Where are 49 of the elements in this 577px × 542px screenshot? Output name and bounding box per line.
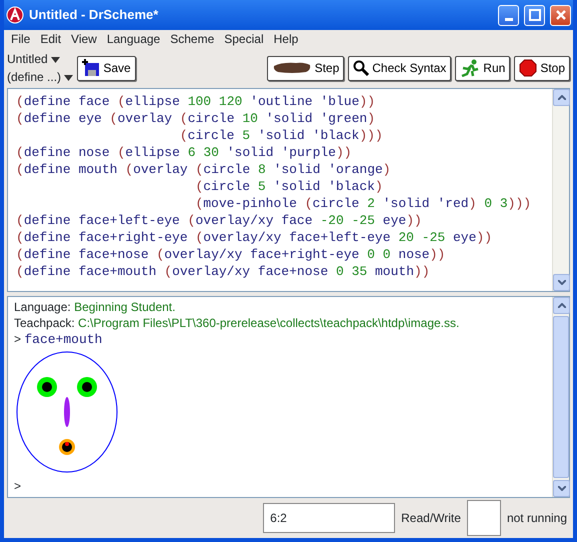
code-line: (define face+mouth (overlay/xy face+nose 0 35 mouth)) xyxy=(16,263,431,280)
menu-item[interactable]: Language xyxy=(102,30,166,48)
floppy-disk-icon xyxy=(82,59,100,77)
menu-item[interactable]: Help xyxy=(268,30,304,48)
close-icon xyxy=(554,9,566,21)
caret-icon xyxy=(64,74,74,81)
code-line: (define mouth (overlay (circle 8 'solid 'orange) xyxy=(16,161,392,178)
prompt-line: > face+mouth xyxy=(14,331,104,348)
step-button[interactable]: Step xyxy=(266,56,344,80)
dropdown-menu-button[interactable]: Untitled xyxy=(7,50,74,68)
menu-item[interactable]: Scheme xyxy=(165,30,220,48)
foot-icon xyxy=(272,60,312,76)
close-button[interactable] xyxy=(550,4,571,26)
scrollbar-thumb[interactable] xyxy=(553,316,569,478)
position-field: 6:2 xyxy=(263,503,396,533)
maximize-icon xyxy=(528,9,540,21)
menu-item[interactable]: Edit xyxy=(35,30,66,48)
code-line: (circle 5 'solid 'black) xyxy=(194,178,384,195)
caret-icon xyxy=(51,56,60,63)
code-line: (move-pinhole (circle 2 'solid 'red) 0 3))) xyxy=(194,195,532,212)
status-box xyxy=(466,500,501,536)
code-line: (define face+left-eye (overlay/xy face -20 -25 eye)) xyxy=(16,212,423,229)
menu-item[interactable]: File xyxy=(6,30,36,48)
save-button[interactable]: Save xyxy=(77,56,136,80)
code-line: (define face+nose (overlay/xy face+right-eye 0 0 nose)) xyxy=(16,246,446,263)
search-icon xyxy=(353,60,370,76)
mode-label: Read/Write xyxy=(401,510,461,527)
dropdown-menu-button[interactable]: (define ...) xyxy=(7,68,74,86)
maximize-button[interactable] xyxy=(524,4,545,26)
code-line: (define nose (ellipse 6 30 'solid 'purple)) xyxy=(16,144,353,161)
app-logo-icon xyxy=(6,6,24,24)
code-line: (define face (ellipse 100 120 'outline 'blue)) xyxy=(16,93,376,110)
menu-item[interactable]: View xyxy=(66,30,102,48)
prompt: > xyxy=(14,478,22,494)
check-syntax-button[interactable]: Check Syntax xyxy=(348,56,452,80)
code-line: (define eye (overlay (circle 10 'solid 'green) xyxy=(16,110,376,127)
status-label: not running xyxy=(506,510,567,527)
code-line: (define face+right-eye (overlay/xy face+left-eye 20 -25 eye)) xyxy=(16,229,494,246)
code-line: (circle 5 'solid 'black))) xyxy=(178,127,384,144)
running-person-icon xyxy=(460,59,480,77)
window-title: Untitled - DrScheme* xyxy=(29,6,160,24)
minimize-icon xyxy=(504,18,512,20)
stop-sign-icon xyxy=(519,59,538,77)
stop-button[interactable]: Stop xyxy=(514,56,570,80)
minimize-button[interactable] xyxy=(498,4,519,26)
run-button[interactable]: Run xyxy=(455,56,510,80)
info-line: Teachpack: C:\Program Files\PLT\360-prerelease\collects\teachpack\htdp\image.ss. xyxy=(14,315,460,331)
info-line: Language: Beginning Student. xyxy=(14,299,176,315)
menu-item[interactable]: Special xyxy=(219,30,269,48)
